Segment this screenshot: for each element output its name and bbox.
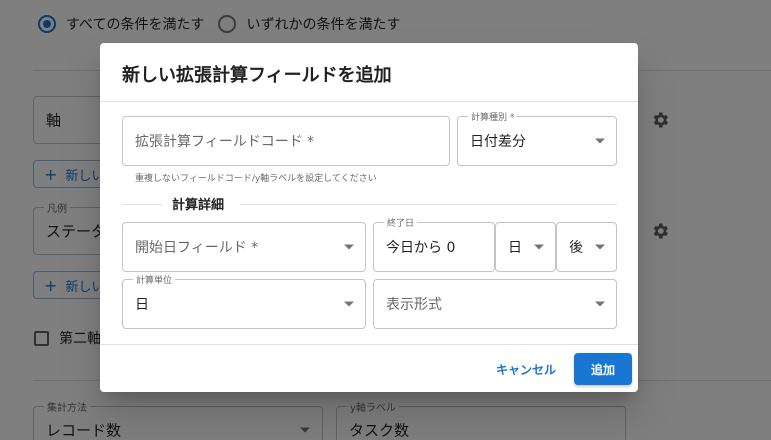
section-divider-left bbox=[122, 204, 162, 205]
display-format-placeholder: 表示形式 bbox=[386, 297, 442, 313]
offset-direction-select[interactable]: 後 bbox=[556, 222, 617, 272]
start-date-placeholder: 開始日フィールド * bbox=[135, 240, 259, 256]
calc-unit-value: 日 bbox=[135, 297, 149, 313]
add-button[interactable]: 追加 bbox=[574, 353, 632, 385]
display-format-select[interactable]: 表示形式 bbox=[373, 279, 617, 329]
calc-unit-label: 計算単位 bbox=[133, 273, 176, 286]
chevron-down-icon bbox=[344, 301, 354, 307]
end-date-label: 終了日 bbox=[384, 216, 418, 229]
chevron-down-icon bbox=[595, 301, 605, 307]
calc-type-value: 日付差分 bbox=[470, 134, 526, 150]
dialog-title-divider bbox=[100, 101, 638, 102]
chevron-down-icon bbox=[595, 244, 605, 250]
calc-type-select[interactable]: 計算種別 * 日付差分 bbox=[457, 110, 617, 166]
end-date-offset-input[interactable]: 終了日 今日から 0 bbox=[373, 216, 495, 272]
section-title-calc-details: 計算詳細 bbox=[172, 198, 225, 213]
dialog-actions-divider bbox=[100, 344, 638, 345]
add-calculated-field-dialog: 新しい拡張計算フィールドを追加 拡張計算フィールドコード * 計算種別 * 日付… bbox=[100, 43, 638, 392]
offset-unit-value: 日 bbox=[508, 240, 522, 256]
calc-unit-select[interactable]: 計算単位 日 bbox=[122, 273, 366, 329]
cancel-button[interactable]: キャンセル bbox=[488, 354, 564, 384]
dialog-title: 新しい拡張計算フィールドを追加 bbox=[122, 65, 392, 86]
chevron-down-icon bbox=[534, 244, 544, 250]
field-code-placeholder: 拡張計算フィールドコード * bbox=[135, 134, 315, 150]
field-code-input[interactable]: 拡張計算フィールドコード * bbox=[122, 116, 450, 166]
offset-direction-value: 後 bbox=[569, 240, 583, 256]
calc-type-label: 計算種別 * bbox=[468, 110, 518, 123]
section-divider-right bbox=[240, 204, 617, 205]
end-date-value: 今日から 0 bbox=[386, 240, 456, 256]
start-date-field-select[interactable]: 開始日フィールド * bbox=[122, 222, 366, 272]
chevron-down-icon bbox=[595, 138, 605, 144]
offset-unit-select[interactable]: 日 bbox=[495, 222, 556, 272]
field-code-helper-text: 重複しないフィールドコード/y軸ラベルを設定してください bbox=[135, 174, 377, 184]
chevron-down-icon bbox=[344, 244, 354, 250]
